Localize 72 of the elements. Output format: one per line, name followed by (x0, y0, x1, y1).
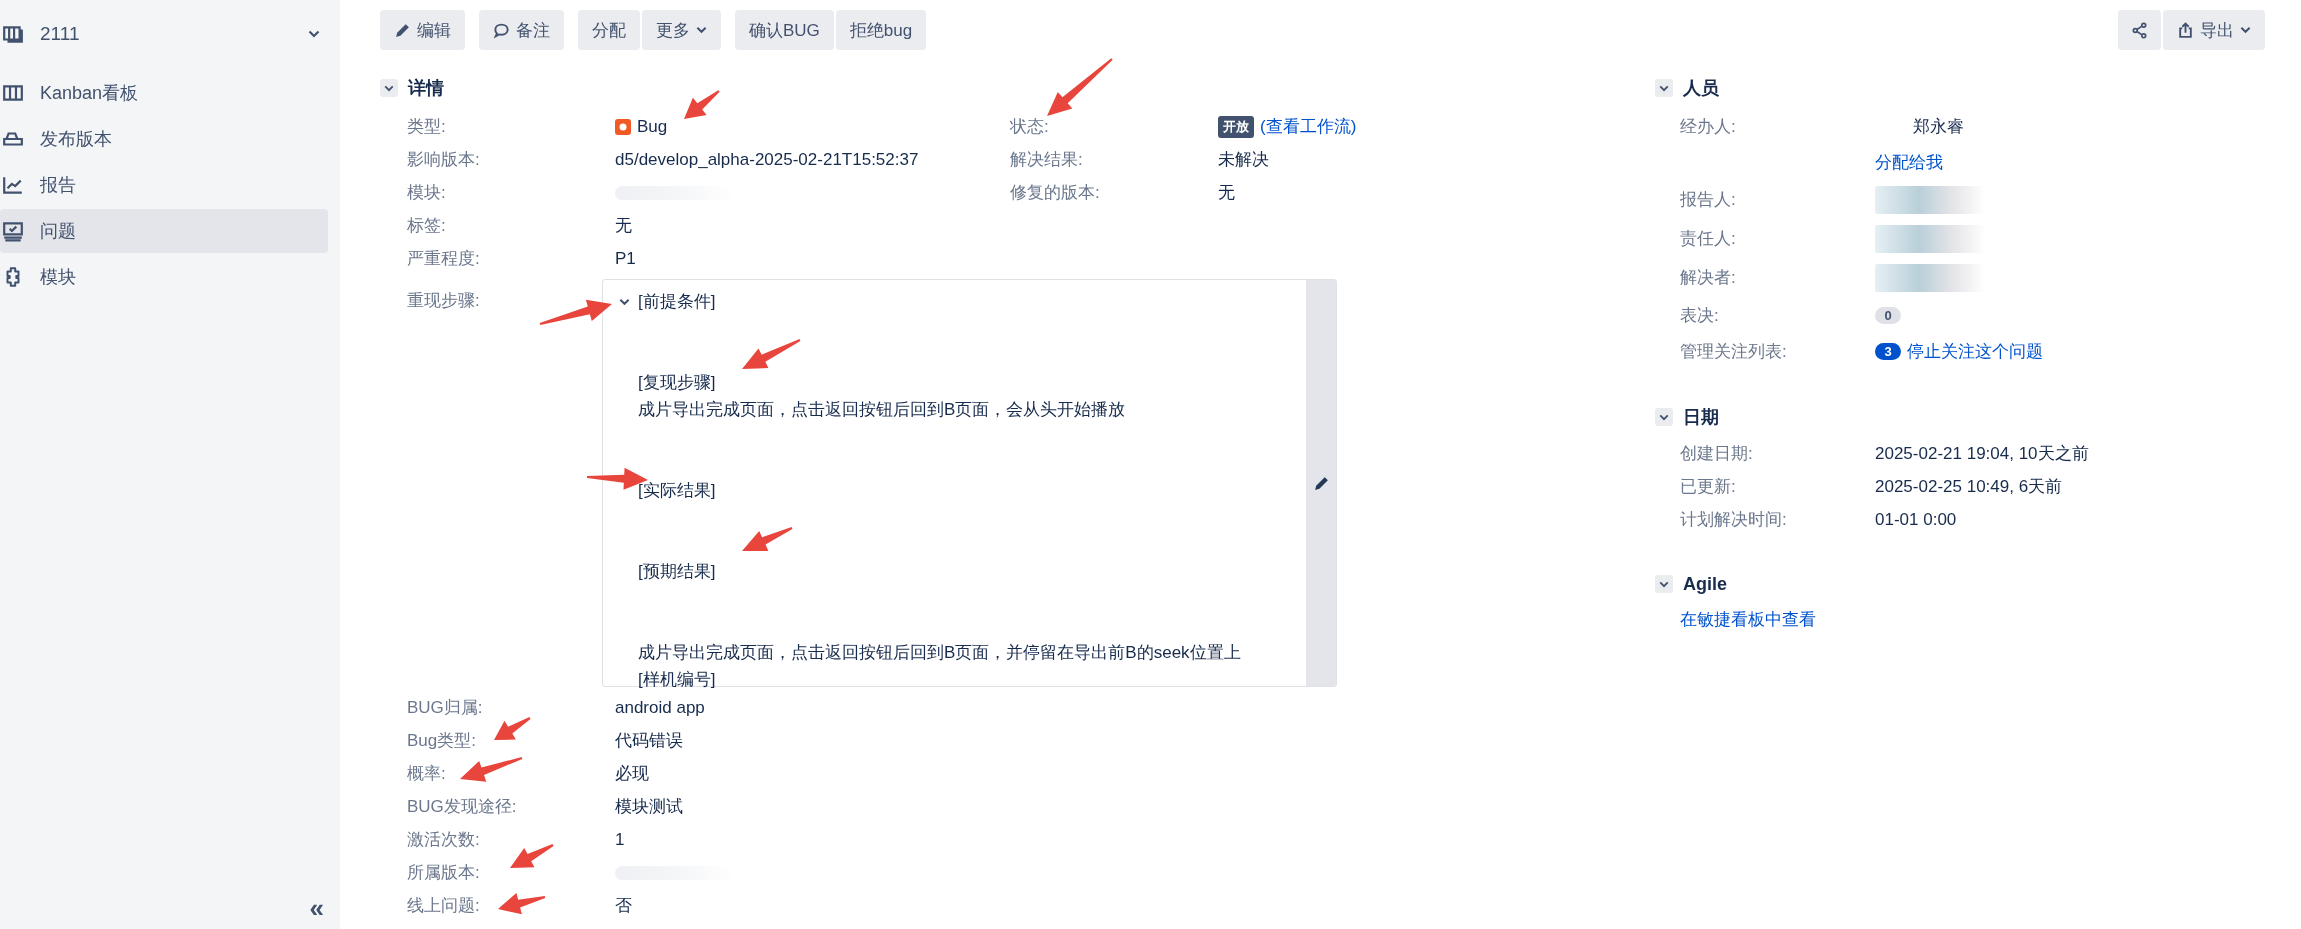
vote-count[interactable]: 0 (1875, 306, 1901, 324)
field-label: 激活次数: (407, 830, 480, 849)
field-label: BUG发现途径: (407, 797, 517, 816)
field-value: 代码错误 (615, 730, 683, 752)
field-label: 责任人: (1680, 228, 1737, 250)
watcher-count[interactable]: 3 (1875, 342, 1901, 360)
description-line: [预期结果] (638, 561, 716, 583)
field-label: 已更新: (1680, 476, 1737, 498)
field-label: 所属版本: (407, 863, 480, 882)
field-value: 未解决 (1218, 149, 1269, 171)
field-value: 2025-02-21 19:04, 10天之前 (1875, 443, 2089, 465)
toolbar-button[interactable]: 备注 (479, 10, 564, 50)
collapse-sidebar-button[interactable]: « (303, 895, 330, 921)
field-label: 影响版本: (407, 149, 481, 171)
field-label: 报告人: (1680, 189, 1737, 211)
sidebar-item[interactable]: 报告 (0, 163, 328, 207)
field-value: 1 (615, 829, 625, 850)
field-value: d5/develop_alpha-2025-02-21T15:52:37 (615, 149, 919, 170)
field-value: 否 (615, 895, 632, 917)
sidebar-item[interactable]: 模块 (0, 255, 328, 299)
description-line: [前提条件] (638, 291, 716, 313)
person-name[interactable]: 郑永睿 (1913, 114, 1964, 138)
project-name[interactable]: 2111 (40, 23, 308, 45)
field-label: 修复的版本: (1010, 182, 1101, 204)
field-value: 必现 (615, 763, 649, 785)
field-value: 2025-02-25 10:49, 6天前 (1875, 476, 2063, 498)
field-value: 无 (615, 215, 632, 237)
sidebar-item[interactable]: 发布版本 (0, 117, 328, 161)
description-line: 成片导出完成页面，点击返回按钮后回到B页面，会从头开始播放 (638, 399, 1126, 421)
toolbar-button[interactable]: 拒绝bug (835, 10, 927, 50)
workflow-link[interactable]: (查看工作流) (1260, 115, 1357, 138)
field-label: 严重程度: (407, 248, 481, 270)
assign-to-me-link[interactable]: 分配给我 (1875, 150, 1943, 174)
field-value: P1 (615, 248, 636, 269)
field-label: 解决者: (1680, 267, 1737, 289)
field-label: 重现步骤: (407, 290, 481, 312)
field-label: Bug类型: (407, 731, 476, 750)
field-value: 无 (1218, 182, 1235, 204)
sidebar-item[interactable]: 问题 (0, 209, 328, 253)
export-button[interactable]: 导出 (2163, 10, 2265, 50)
field-label: 模块: (407, 182, 447, 204)
field-label: 经办人: (1680, 115, 1737, 138)
section-title: Agile (1683, 573, 1727, 595)
status-lozenge: 开放 (1218, 115, 1254, 138)
field-label: 概率: (407, 764, 446, 783)
toolbar-button[interactable]: 编辑 (380, 10, 465, 50)
description-line: [实际结果] (638, 480, 716, 502)
field-label: 解决结果: (1010, 149, 1084, 171)
board-link[interactable]: 在敏捷看板中查看 (1680, 608, 1816, 631)
description-line: 成片导出完成页面，点击返回按钮后回到B页面，并停留在导出前B的seek位置上 (638, 642, 1241, 664)
section-title: 详情 (408, 77, 444, 100)
field-value: Bug (637, 116, 668, 137)
toolbar-button[interactable]: 更多 (642, 10, 721, 50)
field-value: 模块测试 (615, 796, 683, 818)
field-label: 类型: (407, 116, 447, 138)
field-label: 标签: (407, 215, 447, 237)
field-label: 状态: (1010, 116, 1050, 138)
field-label: BUG归属: (407, 698, 483, 717)
stop-watching-link[interactable]: 停止关注这个问题 (1907, 339, 2043, 363)
field-label: 管理关注列表: (1680, 340, 1788, 363)
field-value: android app (615, 697, 705, 718)
section-title: 人员 (1683, 77, 1719, 100)
field-label: 计划解决时间: (1680, 509, 1788, 531)
field-label: 线上问题: (407, 896, 480, 915)
toolbar-button[interactable]: 分配 (578, 10, 640, 50)
field-value: 01-01 0:00 (1875, 509, 1957, 530)
section-title: 日期 (1683, 406, 1719, 429)
sidebar-item[interactable]: Kanban看板 (0, 71, 328, 115)
field-label: 表决: (1680, 304, 1720, 327)
toolbar-button[interactable]: 确认BUG (735, 10, 834, 50)
field-label: 创建日期: (1680, 443, 1754, 465)
description-line: [复现步骤] (638, 372, 716, 394)
